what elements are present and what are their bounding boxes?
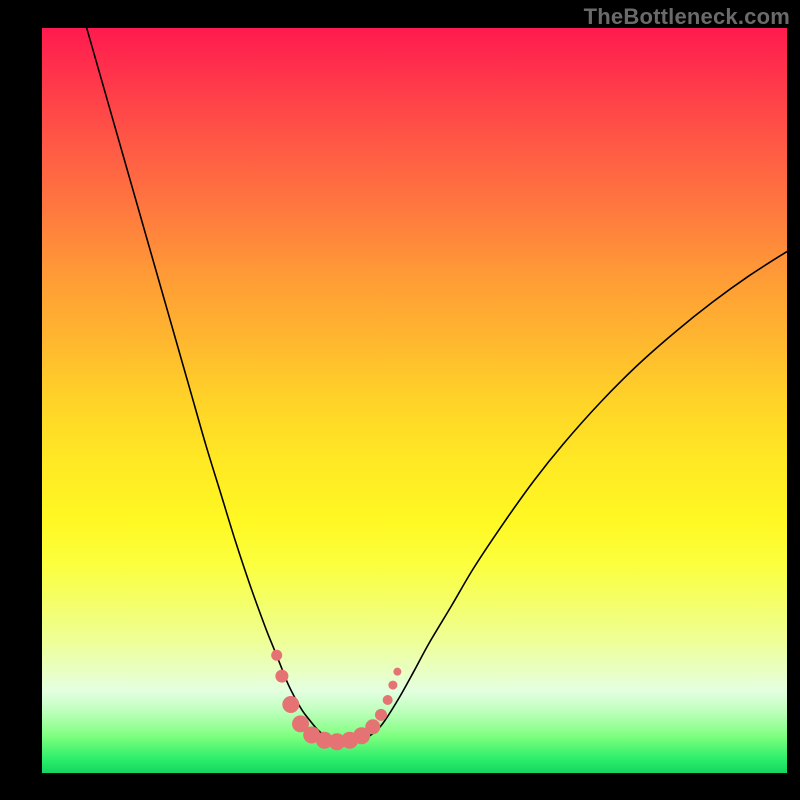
sample-point <box>383 695 393 705</box>
chart-frame: TheBottleneck.com <box>0 0 800 800</box>
sample-point <box>282 696 299 713</box>
watermark-text: TheBottleneck.com <box>584 4 790 30</box>
sample-point <box>388 681 397 690</box>
sample-point <box>393 668 401 676</box>
sample-point <box>275 670 288 683</box>
plot-area <box>42 28 787 773</box>
sample-point <box>375 709 387 721</box>
sample-point <box>271 650 282 661</box>
sample-point <box>365 719 380 734</box>
sample-points-layer <box>42 28 787 773</box>
